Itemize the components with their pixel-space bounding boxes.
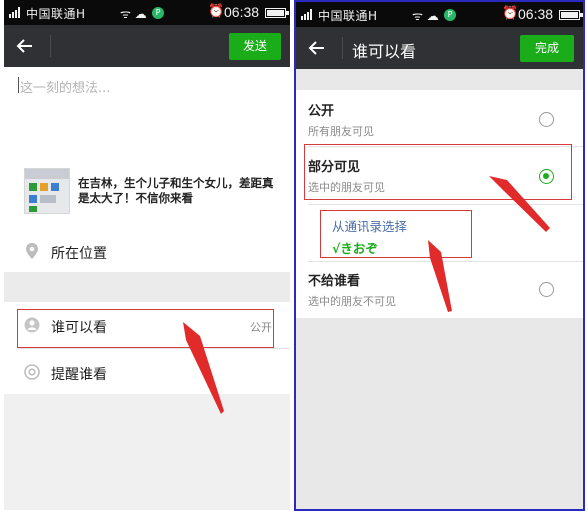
remind-label: 提醒谁看 [51,367,107,383]
option-subtitle: 所有朋友可见 [308,125,374,138]
alarm-icon: ⏰ [502,6,519,21]
status-bar: 中国联通H ᯤ ☁ P ⏰ 06:38 [4,0,290,25]
nav-divider [342,37,343,59]
article-title[interactable]: 在吉林，生个儿子和生个女儿，差距真是太大了！不信你来看 [78,176,278,206]
location-pin-icon [26,243,38,259]
nav-bar: 谁可以看 完成 [296,27,583,69]
nav-bar: 发送 [4,25,290,67]
signal-icon [301,9,315,20]
option-title: 公开 [308,104,335,119]
location-label: 所在位置 [51,246,107,262]
text-cursor [18,77,19,93]
contacts-highlight-box [320,210,472,258]
partial-option-highlight-box [304,144,572,200]
option-divider [308,204,583,205]
alarm-icon: ⏰ [208,4,225,19]
wifi-cloud-icons: ᯤ ☁ [120,7,147,21]
visibility-highlight-box [17,309,274,348]
visibility-settings-screen: 中国联通H ᯤ ☁ P ⏰ 06:38 谁可以看 完成 公开 所有朋友可见 部分… [294,0,585,511]
option-title: 不给谁看 [308,274,361,289]
nav-divider [50,35,51,57]
page-title: 谁可以看 [352,42,417,61]
arrow-left-icon[interactable] [14,35,36,57]
option-public[interactable]: 公开 所有朋友可见 [296,90,583,146]
battery-icon [265,8,289,18]
carrier-name: 中国联通H [26,7,86,21]
carrier-name: 中国联通H [318,9,378,23]
app-badge-icon: P [444,9,456,21]
done-button[interactable]: 完成 [520,35,574,62]
status-time: 06:38 [224,4,260,20]
signal-icon [9,7,23,18]
status-time: 06:38 [518,6,554,22]
moment-text-input[interactable]: 这一刻的想法... [20,77,110,96]
radio-empty-icon[interactable] [539,282,554,297]
status-bar: 中国联通H ᯤ ☁ P ⏰ 06:38 [296,2,583,27]
article-thumbnail [24,168,70,214]
location-row[interactable]: 所在位置 [4,232,290,272]
app-badge-icon: P [152,7,164,19]
at-sign-icon [24,364,40,380]
visibility-options: 公开 所有朋友可见 部分可见 选中的朋友可见 不给谁看 选中的朋友不可见 [296,90,583,318]
option-subtitle: 选中的朋友不可见 [308,295,396,308]
compose-moment-screen: 中国联通H ᯤ ☁ P ⏰ 06:38 发送 这一刻的想法... 在吉林，生个儿… [4,0,290,510]
send-button[interactable]: 发送 [229,33,281,60]
remind-row[interactable]: 提醒谁看 [4,349,290,395]
arrow-left-icon[interactable] [306,37,328,59]
battery-icon [559,10,583,20]
wifi-cloud-icons: ᯤ ☁ [412,9,439,23]
option-exclude[interactable]: 不给谁看 选中的朋友不可见 [296,262,583,318]
radio-empty-icon[interactable] [539,112,554,127]
section-gap [4,272,290,302]
